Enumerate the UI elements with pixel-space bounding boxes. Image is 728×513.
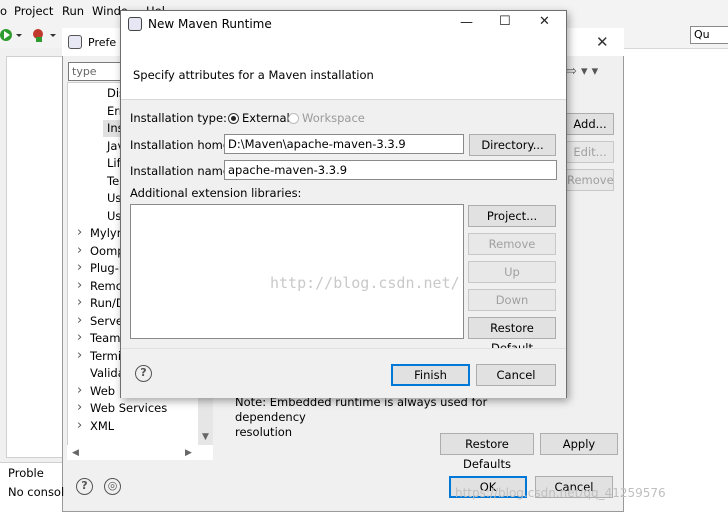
problems-view: Proble No consol — [0, 462, 65, 513]
installation-name-input[interactable]: apache-maven-3.3.9 — [224, 160, 557, 180]
scroll-left-icon[interactable]: ◀ — [72, 448, 79, 458]
help-icon[interactable]: ? — [76, 478, 93, 495]
restore-default-button[interactable]: Restore Default — [468, 317, 556, 355]
up-button[interactable]: Up — [468, 261, 556, 283]
expand-chevron-icon[interactable]: › — [77, 314, 82, 327]
tree-item[interactable]: Web — [90, 384, 115, 398]
extension-libraries-list[interactable] — [130, 204, 464, 339]
run-icons[interactable] — [0, 27, 60, 43]
add-button[interactable]: Add... — [566, 113, 614, 135]
note-line-1: Note: Embedded runtime is always used fo… — [235, 395, 488, 424]
eclipse-icon — [128, 17, 142, 31]
tree-item[interactable]: XML — [90, 419, 114, 433]
menu-item-project[interactable]: Project — [14, 4, 53, 18]
workspace-left-view — [6, 56, 64, 458]
tree-item[interactable]: Web Services — [90, 401, 167, 415]
radio-workspace[interactable] — [288, 113, 299, 124]
radio-external-label[interactable]: External — [242, 111, 290, 125]
expand-chevron-icon[interactable]: › — [77, 384, 82, 397]
tree-item[interactable]: Termi — [90, 349, 121, 363]
extension-libraries-label: Additional extension libraries: — [130, 186, 302, 200]
remove-button[interactable]: Remove — [566, 169, 614, 191]
restore-defaults-button[interactable]: Restore Defaults — [440, 433, 534, 471]
installation-type-label: Installation type: — [130, 111, 227, 125]
dialog-banner: Specify attributes for a Maven installat… — [121, 37, 566, 100]
apply-button[interactable]: Apply — [540, 433, 618, 455]
project-button[interactable]: Project... — [468, 205, 556, 227]
watermark-url: https://blog.csdn.net/qq_41259576 — [455, 486, 666, 500]
preferences-title: Prefe — [88, 36, 117, 49]
tree-horizontal-scrollbar[interactable]: ◀ ▶ — [67, 445, 213, 460]
tree-item[interactable]: Mylyn — [90, 226, 124, 240]
expand-chevron-icon[interactable]: › — [77, 331, 82, 344]
minimize-icon[interactable]: — — [460, 15, 473, 30]
filter-input[interactable]: type filter — [68, 62, 123, 95]
radio-external[interactable] — [228, 113, 239, 124]
problems-tab[interactable]: Proble — [8, 466, 44, 480]
down-button[interactable]: Down — [468, 289, 556, 311]
console-status: No consol — [8, 485, 65, 499]
nav-arrows[interactable]: ⇨ ▾ ▾ — [566, 64, 598, 79]
close-icon[interactable]: ✕ — [539, 14, 550, 29]
expand-chevron-icon[interactable]: › — [77, 261, 82, 274]
expand-chevron-icon[interactable]: › — [77, 401, 82, 414]
help-icon[interactable]: ? — [135, 365, 152, 382]
dialog-description: Specify attributes for a Maven installat… — [133, 68, 374, 82]
dialog-cancel-button[interactable]: Cancel — [476, 364, 556, 386]
quick-access-field[interactable]: Qu — [690, 26, 728, 44]
close-icon[interactable]: ✕ — [596, 33, 609, 51]
menu-item-truncated[interactable]: o — [0, 4, 7, 18]
remove-library-button[interactable]: Remove — [468, 233, 556, 255]
scroll-right-icon[interactable]: ▶ — [185, 448, 192, 458]
maximize-icon[interactable]: ☐ — [499, 14, 511, 29]
expand-chevron-icon[interactable]: › — [77, 419, 82, 432]
scroll-down-icon[interactable]: ▼ — [202, 432, 209, 442]
expand-chevron-icon[interactable]: › — [77, 244, 82, 257]
eclipse-icon — [68, 35, 82, 49]
tree-item[interactable]: Plug-i — [90, 261, 122, 275]
finish-button[interactable]: Finish — [391, 364, 470, 386]
expand-chevron-icon[interactable]: › — [77, 296, 82, 309]
expand-chevron-icon[interactable]: › — [77, 349, 82, 362]
watermark-text: http://blog.csdn.net/ — [270, 274, 460, 292]
installation-home-input[interactable]: D:\Maven\apache-maven-3.3.9 — [224, 134, 464, 154]
directory-button[interactable]: Directory... — [469, 134, 556, 156]
installation-home-label: Installation home: — [130, 138, 234, 152]
edit-button[interactable]: Edit... — [566, 141, 614, 163]
menu-item-run[interactable]: Run — [62, 4, 84, 18]
radio-workspace-label: Workspace — [302, 111, 365, 125]
expand-chevron-icon[interactable]: › — [77, 226, 82, 239]
installation-name-label: Installation name: — [130, 164, 234, 178]
import-export-icon[interactable]: ◎ — [104, 478, 121, 495]
expand-chevron-icon[interactable]: › — [77, 279, 82, 292]
tree-item[interactable]: Team — [90, 331, 120, 345]
dialog-title: New Maven Runtime — [148, 17, 272, 31]
